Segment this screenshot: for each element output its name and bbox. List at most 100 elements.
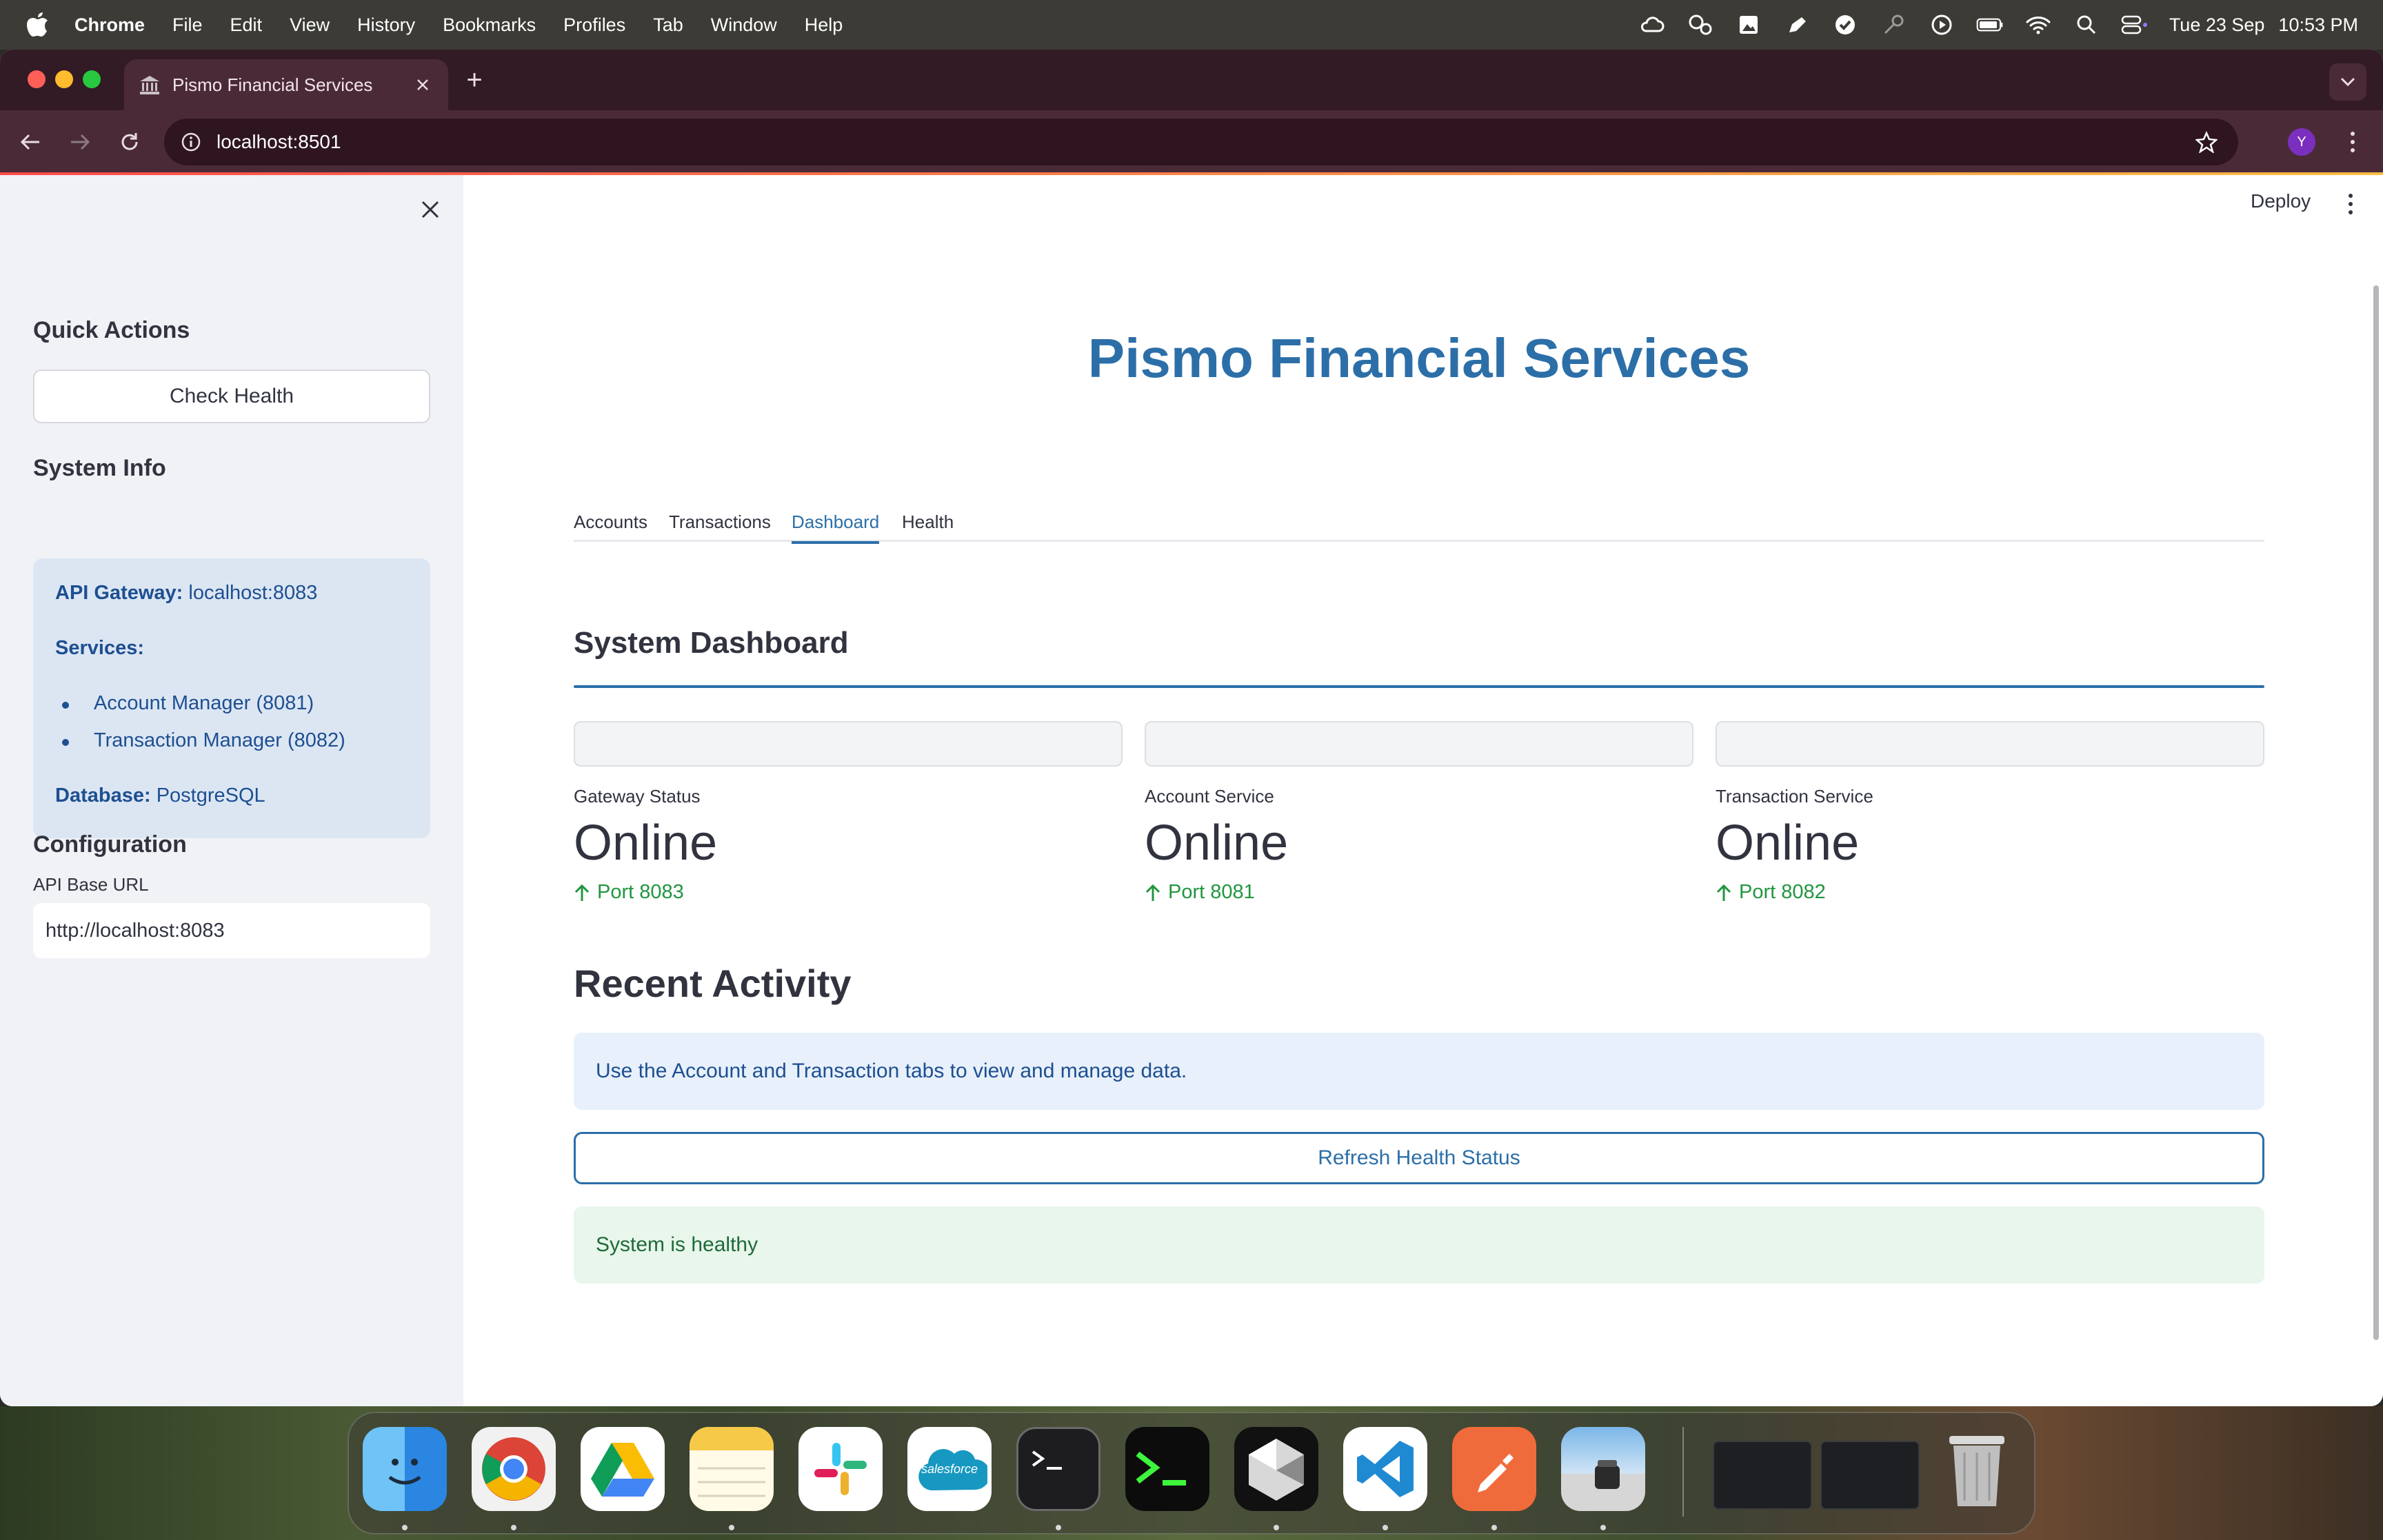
iterm-icon[interactable] xyxy=(1125,1427,1209,1511)
browser-window: Pismo Financial Services + localhost:850… xyxy=(0,50,2383,1406)
menubar-time[interactable]: 10:53 PM xyxy=(2278,14,2358,36)
check-circle-icon[interactable] xyxy=(1831,11,1859,39)
preview-icon[interactable] xyxy=(1561,1427,1645,1511)
finder-icon[interactable] xyxy=(363,1427,447,1511)
address-bar[interactable]: localhost:8501 xyxy=(164,119,2238,165)
minimized-window-thumbnail[interactable] xyxy=(1713,1441,1812,1510)
sidebar: Quick Actions Check Health System Info A… xyxy=(0,175,463,1406)
api-base-url-input[interactable] xyxy=(33,903,430,958)
dock-running-dot xyxy=(1056,1525,1061,1530)
refresh-health-button[interactable]: Refresh Health Status xyxy=(574,1132,2264,1184)
bank-favicon-icon xyxy=(138,73,161,97)
dock-running-dot xyxy=(1600,1525,1606,1530)
tab-bar: Accounts Transactions Dashboard Health xyxy=(574,511,2264,544)
address-url[interactable]: localhost:8501 xyxy=(217,131,341,153)
menu-window[interactable]: Window xyxy=(711,14,777,36)
salesforce-logo-text: salesforce xyxy=(921,1461,978,1476)
notes-icon[interactable] xyxy=(690,1427,774,1511)
system-info-heading: System Info xyxy=(33,455,166,481)
menu-edit[interactable]: Edit xyxy=(230,14,263,36)
metric-gateway-delta-text: Port 8083 xyxy=(597,881,684,903)
metric-account-label: Account Service xyxy=(1145,786,1274,807)
metric-account-value: Online xyxy=(1145,815,1289,871)
api-gateway-value: localhost:8083 xyxy=(188,582,318,604)
dock-separator xyxy=(1682,1427,1684,1517)
spotlight-search-icon[interactable] xyxy=(2073,11,2100,39)
cursor-icon[interactable] xyxy=(1234,1427,1318,1511)
salesforce-icon[interactable]: salesforce xyxy=(907,1427,992,1511)
site-info-icon[interactable] xyxy=(179,130,203,154)
browser-tab-active[interactable]: Pismo Financial Services xyxy=(124,59,448,110)
database-key: Database: xyxy=(55,784,151,807)
tab-transactions[interactable]: Transactions xyxy=(669,511,771,542)
pen-status-icon[interactable] xyxy=(1783,11,1811,39)
metric-account-delta: Port 8081 xyxy=(1145,881,1255,904)
profile-avatar[interactable]: Y xyxy=(2288,128,2315,156)
new-tab-button[interactable]: + xyxy=(461,66,488,95)
tab-close-icon[interactable] xyxy=(412,74,433,95)
menu-tab[interactable]: Tab xyxy=(653,14,683,36)
database-line: Database: PostgreSQL xyxy=(55,784,265,807)
quick-actions-heading: Quick Actions xyxy=(33,317,190,343)
terminal-icon[interactable] xyxy=(1016,1427,1100,1511)
menu-app-name[interactable]: Chrome xyxy=(74,14,145,36)
deploy-button[interactable]: Deploy xyxy=(2251,190,2311,212)
bookmark-star-icon[interactable] xyxy=(2193,128,2220,156)
menu-profiles[interactable]: Profiles xyxy=(563,14,625,36)
cloud-status-icon[interactable] xyxy=(1638,11,1666,39)
tab-dashboard[interactable]: Dashboard xyxy=(792,511,880,544)
slack-icon[interactable] xyxy=(798,1427,883,1511)
scrollbar[interactable] xyxy=(2373,285,2379,1340)
dock-running-dot xyxy=(1382,1525,1388,1530)
vscode-icon[interactable] xyxy=(1343,1427,1427,1511)
check-health-button[interactable]: Check Health xyxy=(33,369,430,423)
key-icon[interactable] xyxy=(1880,11,1907,39)
dock-running-dot xyxy=(511,1525,516,1530)
metric-transaction-delta: Port 8082 xyxy=(1716,881,1826,904)
window-maximize-button[interactable] xyxy=(83,70,101,88)
control-center-icon[interactable] xyxy=(2121,11,2149,39)
wifi-icon[interactable] xyxy=(2024,11,2052,39)
arrow-up-icon xyxy=(1716,884,1731,901)
menu-file[interactable]: File xyxy=(172,14,203,36)
battery-icon[interactable] xyxy=(1976,11,2004,39)
reload-icon[interactable] xyxy=(113,125,146,159)
browser-menu-icon[interactable] xyxy=(2339,127,2366,157)
service-account-manager: Account Manager (8081) xyxy=(94,692,314,714)
dock: salesforce xyxy=(348,1412,2035,1534)
play-circle-icon[interactable] xyxy=(1928,11,1955,39)
api-gateway-key: API Gateway: xyxy=(55,582,183,604)
google-drive-icon[interactable] xyxy=(581,1427,665,1511)
database-value: PostgreSQL xyxy=(156,784,265,807)
tab-accounts[interactable]: Accounts xyxy=(574,511,647,542)
metric-transaction-delta-text: Port 8082 xyxy=(1739,881,1826,903)
postman-icon[interactable] xyxy=(1452,1427,1536,1511)
menu-help[interactable]: Help xyxy=(805,14,843,36)
chrome-icon[interactable] xyxy=(472,1427,556,1511)
menubar-date[interactable]: Tue 23 Sep xyxy=(2169,14,2265,36)
dock-running-dot xyxy=(1274,1525,1279,1530)
metric-account-delta-text: Port 8081 xyxy=(1168,881,1255,903)
back-arrow-icon[interactable] xyxy=(14,125,47,159)
forward-arrow-icon[interactable] xyxy=(63,125,97,159)
metric-gateway-label: Gateway Status xyxy=(574,786,701,807)
menu-view[interactable]: View xyxy=(290,14,330,36)
dock-running-dot xyxy=(1491,1525,1497,1530)
arrow-up-icon xyxy=(1145,884,1160,901)
sidebar-close-icon[interactable] xyxy=(414,193,447,226)
main-menu-icon[interactable] xyxy=(2340,189,2361,219)
menu-history[interactable]: History xyxy=(357,14,415,36)
window-minimize-button[interactable] xyxy=(55,70,73,88)
system-info-box: API Gateway: localhost:8083 Services: Ac… xyxy=(33,558,430,838)
image-status-icon[interactable] xyxy=(1735,11,1762,39)
apple-menu-icon[interactable] xyxy=(26,12,52,38)
minimized-window-thumbnail[interactable] xyxy=(1820,1441,1920,1510)
menu-bookmarks[interactable]: Bookmarks xyxy=(443,14,536,36)
gears-status-icon[interactable] xyxy=(1687,11,1714,39)
metric-transaction-bar xyxy=(1716,721,2264,767)
bullet-icon xyxy=(62,739,69,746)
window-close-button[interactable] xyxy=(28,70,46,88)
tab-health[interactable]: Health xyxy=(902,511,954,542)
tab-search-button[interactable] xyxy=(2329,63,2366,101)
trash-icon[interactable] xyxy=(1935,1427,2019,1511)
